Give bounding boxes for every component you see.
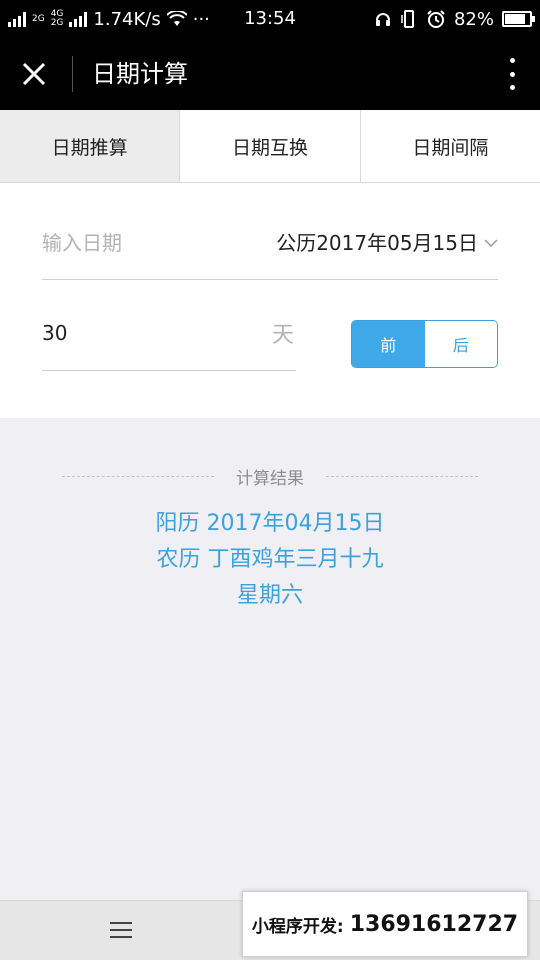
- divider-right: [326, 475, 478, 477]
- battery-fill: [505, 14, 525, 24]
- network-speed: 1.74K/s: [93, 8, 161, 30]
- close-icon[interactable]: [14, 54, 54, 94]
- wifi-icon: [166, 11, 187, 26]
- network-type-2: 4G 2G: [51, 10, 64, 28]
- more-vertical-icon[interactable]: [504, 58, 520, 90]
- signal-icon: [8, 11, 26, 27]
- direction-toggle: 前 后: [351, 320, 498, 368]
- battery-icon: [502, 11, 535, 27]
- page-title: 日期计算: [92, 60, 188, 88]
- network-type: 2G: [32, 13, 45, 24]
- menu-icon[interactable]: [110, 922, 132, 938]
- status-bar: 2G 4G 2G 1.74K/s ··· 13:54 82%: [0, 0, 540, 38]
- days-field: 天: [42, 303, 296, 371]
- promo-label: 小程序开发:: [251, 916, 344, 937]
- nav-divider: [72, 56, 73, 92]
- result-lunar: 农历 丁酉鸡年三月十九: [156, 547, 384, 572]
- result-title: 计算结果: [236, 468, 304, 489]
- tab-date-convert[interactable]: 日期互换: [180, 110, 361, 182]
- more-indicator: ···: [192, 8, 210, 30]
- date-picker-row[interactable]: 输入日期 公历2017年05月15日: [42, 183, 498, 280]
- chevron-down-icon: [484, 239, 498, 248]
- tab-date-calculate[interactable]: 日期推算: [0, 110, 181, 182]
- headset-icon: [375, 13, 390, 26]
- promo-banner: 小程序开发: 13691612727: [242, 891, 528, 957]
- date-value[interactable]: 公历2017年05月15日: [276, 183, 478, 280]
- result-weekday: 星期六: [236, 583, 303, 608]
- result-solar: 阳历 2017年04月15日: [155, 511, 385, 536]
- days-unit: 天: [271, 323, 294, 348]
- result-heading: 计算结果: [62, 462, 478, 490]
- days-input[interactable]: [42, 313, 242, 353]
- status-left: 2G 4G 2G 1.74K/s ···: [8, 0, 210, 38]
- vibrate-icon: [401, 10, 414, 28]
- result-content: 阳历 2017年04月15日 农历 丁酉鸡年三月十九 星期六: [0, 506, 540, 614]
- date-label: 输入日期: [42, 231, 122, 255]
- status-right: 82%: [374, 0, 535, 38]
- calc-form: 输入日期 公历2017年05月15日 天 前 后: [0, 183, 540, 418]
- signal-icon-2: [69, 11, 88, 27]
- tab-date-interval[interactable]: 日期间隔: [361, 110, 540, 182]
- network-label-bot: 2G: [50, 18, 64, 28]
- after-button[interactable]: 后: [424, 321, 497, 367]
- divider-left: [62, 475, 214, 477]
- before-button[interactable]: 前: [352, 321, 425, 367]
- network-label-top: 2G: [32, 13, 45, 24]
- alarm-icon: [427, 10, 445, 28]
- nav-bar: 日期计算: [0, 38, 540, 110]
- tab-bar: 日期推算 日期互换 日期间隔: [0, 110, 540, 183]
- battery-percent: 82%: [453, 8, 494, 30]
- promo-phone: 13691612727: [349, 911, 519, 937]
